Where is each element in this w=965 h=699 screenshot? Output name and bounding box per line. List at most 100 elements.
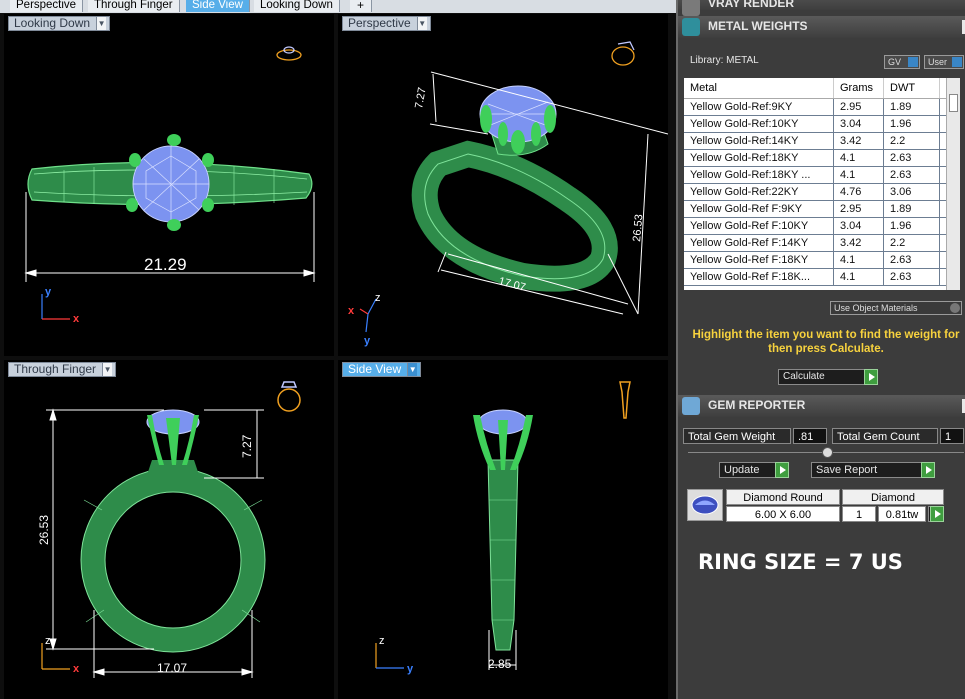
table-row[interactable]: Yellow Gold-Ref F:14KY 3.42 2.2 (684, 235, 946, 252)
total-gem-count-value: 1 (940, 428, 964, 444)
grams-cell: 4.1 (834, 252, 884, 268)
dimension-width-label: 17.07 (157, 661, 187, 675)
dwt-cell: 2.63 (884, 150, 940, 166)
calculate-button[interactable]: Calculate (778, 369, 878, 385)
grams-cell: 3.04 (834, 218, 884, 234)
table-row[interactable]: Yellow Gold-Ref:10KY 3.04 1.96 (684, 116, 946, 133)
metal-name-cell: Yellow Gold-Ref:22KY (684, 184, 834, 200)
chevron-down-icon[interactable]: ▼ (96, 17, 107, 30)
metal-name-cell: Yellow Gold-Ref:18KY (684, 150, 834, 166)
dimension-thickness-label: 2.85 (488, 657, 512, 671)
gem-total-weight: 0.81tw (878, 506, 926, 522)
vray-render-header[interactable]: VRAY RENDER (678, 0, 965, 16)
view-cube-icon[interactable] (619, 381, 631, 419)
grams-cell: 2.95 (834, 201, 884, 217)
viewport-label-perspective[interactable]: Perspective ▼ (342, 16, 431, 31)
ring-perspective (411, 85, 618, 292)
table-row[interactable]: Yellow Gold-Ref F:9KY 2.95 1.89 (684, 201, 946, 218)
dwt-cell: 1.89 (884, 201, 940, 217)
viewport-through-finger[interactable]: 26.53 7.27 17.07 z x Through Finger ▼ (4, 360, 334, 699)
gem-size: 6.00 X 6.00 (726, 506, 840, 522)
dimension-width-label: 21.29 (144, 255, 187, 274)
play-icon (930, 506, 944, 522)
svg-text:z: z (379, 635, 385, 647)
axis-indicator: y x (41, 286, 80, 325)
dwt-cell: 2.2 (884, 235, 940, 251)
svg-text:z: z (375, 292, 381, 304)
tab-through-finger[interactable]: Through Finger (88, 0, 180, 12)
gem-reporter-header[interactable]: GEM REPORTER (678, 395, 965, 417)
metal-weights-header[interactable]: METAL WEIGHTS (678, 16, 965, 38)
table-row[interactable]: Yellow Gold-Ref:18KY ... 4.1 2.63 (684, 167, 946, 184)
table-row[interactable]: Yellow Gold-Ref:18KY 4.1 2.63 (684, 150, 946, 167)
grams-cell: 2.95 (834, 99, 884, 115)
dwt-cell: 1.96 (884, 116, 940, 132)
grams-cell: 3.42 (834, 133, 884, 149)
dwt-cell: 2.63 (884, 167, 940, 183)
tab-looking-down[interactable]: Looking Down (254, 0, 340, 12)
update-button[interactable]: Update (719, 462, 789, 478)
gem-quantity: 1 (842, 506, 876, 522)
chevron-down-icon[interactable]: ▼ (416, 17, 427, 30)
dimension-height-label: 26.53 (631, 214, 645, 242)
diamond-thumbnail (687, 489, 723, 521)
tab-side-view[interactable]: Side View (186, 0, 250, 12)
dimension-height-label: 26.53 (37, 515, 51, 545)
metal-name-cell: Yellow Gold-Ref F:10KY (684, 218, 834, 234)
table-row[interactable]: Yellow Gold-Ref:14KY 3.42 2.2 (684, 133, 946, 150)
toggle-icon (950, 303, 960, 313)
view-cube-icon[interactable] (277, 381, 301, 412)
grams-cell: 3.04 (834, 116, 884, 132)
use-object-materials-button[interactable]: Use Object Materials (830, 301, 962, 315)
chevron-down-icon[interactable]: ▼ (102, 363, 113, 376)
table-row[interactable]: Yellow Gold-Ref:9KY 2.95 1.89 (684, 99, 946, 116)
save-report-button[interactable]: Save Report (811, 462, 935, 478)
table-row[interactable]: Yellow Gold-Ref F:18K... 4.1 2.63 (684, 269, 946, 286)
view-cube-icon[interactable] (611, 41, 635, 66)
gem-detail-button[interactable] (928, 506, 944, 522)
metal-name-cell: Yellow Gold-Ref:18KY ... (684, 167, 834, 183)
metal-name-cell: Yellow Gold-Ref:10KY (684, 116, 834, 132)
ring-side-view (473, 409, 533, 651)
dwt-cell: 2.63 (884, 252, 940, 268)
table-row[interactable]: Yellow Gold-Ref F:10KY 3.04 1.96 (684, 218, 946, 235)
view-cube-icon[interactable] (276, 46, 302, 61)
svg-text:x: x (73, 663, 80, 675)
splitter-handle[interactable] (822, 447, 833, 458)
viewport-tab-strip: Perspective Through Finger Side View Loo… (0, 0, 676, 13)
dimension-prong-label: 7.27 (240, 434, 254, 458)
calculate-hint: Highlight the item you want to find the … (692, 329, 960, 355)
right-panel: VRAY RENDER METAL WEIGHTS Library: METAL… (676, 0, 965, 699)
library-label: Library: METAL (690, 55, 759, 66)
info-icon (908, 57, 918, 67)
viewport-label-looking-down[interactable]: Looking Down ▼ (8, 16, 111, 31)
add-tab-button[interactable]: + (350, 0, 372, 12)
ring-size-label: RING SIZE = 7 US (698, 550, 903, 574)
viewport-label-through-finger[interactable]: Through Finger ▼ (8, 362, 117, 377)
metal-weights-icon (682, 18, 700, 36)
scrollbar-thumb[interactable] (949, 94, 958, 112)
axis-indicator: z x (41, 635, 80, 675)
table-row[interactable]: Yellow Gold-Ref:22KY 4.76 3.06 (684, 184, 946, 201)
table-row[interactable]: Yellow Gold-Ref F:18KY 4.1 2.63 (684, 252, 946, 269)
tab-perspective[interactable]: Perspective (10, 0, 84, 12)
gv-button[interactable]: GV (884, 55, 920, 69)
viewport-side-view[interactable]: 2.85 z y Side View ▼ (338, 360, 668, 699)
metal-name-cell: Yellow Gold-Ref F:14KY (684, 235, 834, 251)
table-header: Metal Grams DWT (684, 78, 946, 99)
play-icon (921, 462, 935, 478)
gem-reporter-icon (682, 397, 700, 415)
viewport-label-side-view[interactable]: Side View ▼ (342, 362, 422, 377)
dwt-cell: 2.63 (884, 269, 940, 285)
total-gem-count-label: Total Gem Count (832, 428, 938, 444)
metal-weights-table: Metal Grams DWT Yellow Gold-Ref:9KY 2.95 1… (684, 78, 946, 290)
viewport-perspective[interactable]: 7.27 17.07 26.53 z x y Perspective ▼ (338, 14, 668, 356)
metal-name-cell: Yellow Gold-Ref:9KY (684, 99, 834, 115)
svg-text:y: y (407, 663, 414, 675)
viewport-looking-down[interactable]: 21.29 y x Looking Down ▼ (4, 14, 334, 356)
chevron-down-icon[interactable]: ▼ (407, 363, 418, 376)
user-button[interactable]: User (924, 55, 964, 69)
play-icon (775, 462, 789, 478)
table-scrollbar[interactable] (946, 78, 960, 290)
metal-name-cell: Yellow Gold-Ref F:18KY (684, 252, 834, 268)
